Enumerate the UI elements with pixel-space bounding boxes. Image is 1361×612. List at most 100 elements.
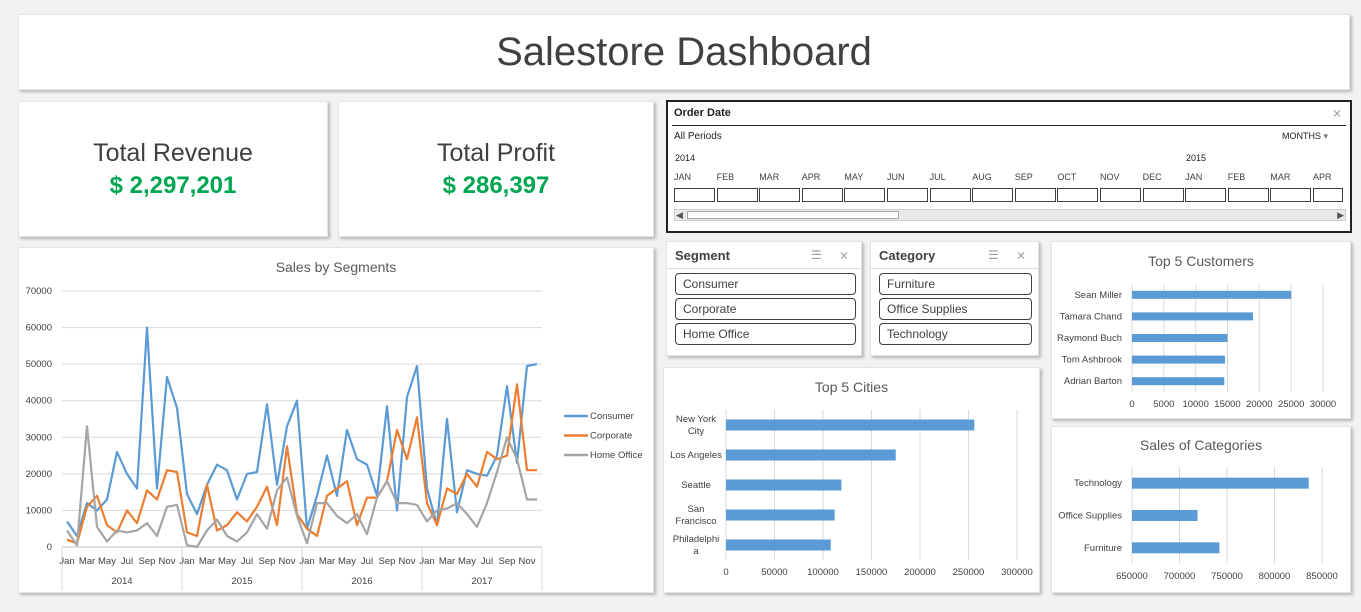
timeline-month-cell[interactable] [887,188,928,202]
clear-filter-icon[interactable]: ⨯ [1332,106,1342,120]
x-tick-label: 850000 [1306,571,1338,582]
timeline-month-cell[interactable] [1014,188,1056,202]
bar [726,419,975,431]
x-tick-label: Nov [519,556,536,567]
clear-filter-icon[interactable]: ⨯ [1016,248,1026,262]
timeline-month-label: JAN [674,172,692,182]
x-tick-label: Jul [241,556,253,567]
x-tick-label: 750000 [1211,571,1243,582]
timeline-month-label: APR [801,172,821,182]
x-tick-label: Sep [139,556,156,567]
multi-select-icon[interactable]: ☰ [988,248,999,262]
x-tick-label: 100000 [807,567,839,578]
top-cities-chart: 0 50000 100000 150000 200000 250000 300000 New … [670,410,1033,578]
timeline-month-cell[interactable] [929,188,971,202]
bar [726,449,896,461]
scroll-thumb[interactable] [687,211,899,219]
x-tick-label: Nov [399,556,416,567]
x-tick-label: 15000 [1214,399,1240,410]
category-label: New York [676,414,716,425]
timeline-month-cell[interactable] [716,188,758,202]
profit-label: Total Profit [436,138,556,167]
timeline-month-cell[interactable] [844,188,886,202]
category-item-furniture[interactable]: Furniture [879,273,1032,295]
timeline-period-label: All Periods [674,131,722,142]
timeline-month-cell[interactable] [972,188,1014,202]
x-tick-label: May [458,556,476,567]
timeline-month-label: MAR [1270,172,1291,182]
timeline-unit-label: MONTHS [1281,131,1321,141]
category-label: Technology [1074,478,1122,489]
category-label: Tamara Chand [1060,311,1122,322]
dashboard-title: Salestore Dashboard [496,29,872,74]
timeline-scrollbar[interactable]: ◀ ▶ [674,209,1346,221]
timeline-month-label: JUN [887,172,905,182]
category-item-office-supplies[interactable]: Office Supplies [879,298,1032,320]
sales-by-segments-chart: 010000200003000040000500006000070000Jan M… [26,286,643,590]
segment-item-consumer[interactable]: Consumer [675,273,856,295]
x-tick-label: 25000 [1278,399,1304,410]
timeline-month-cell[interactable] [1142,188,1184,202]
scroll-right-icon[interactable]: ▶ [1337,210,1344,221]
x-tick-label: May [98,556,116,567]
category-label: Philadelphi [673,534,719,545]
timeline-month-cell[interactable] [801,188,843,202]
x-tick-label: 10000 [1182,399,1208,410]
bar [1132,542,1220,554]
category-label: Adrian Barton [1064,376,1122,387]
sales-by-segments-card: Sales by Segments 0 10000 20000 30000 40000 5… [18,247,654,593]
revenue-label: Total Revenue [93,138,253,167]
timeline-month-label: DEC [1142,172,1162,182]
x-tick-label: 30000 [1310,399,1336,410]
x-tick-label: 700000 [1164,571,1196,582]
category-label: Seattle [681,480,711,491]
timeline-month-cell[interactable] [759,188,801,202]
timeline-month-label: SEP [1014,172,1033,182]
top-customers-chart: 0 5000 10000 15000 20000 25000 30000 Sean Mille… [1057,284,1336,410]
category-label: Furniture [1084,543,1122,554]
segment-item-home-office[interactable]: Home Office [675,323,856,345]
bar [1132,377,1225,386]
x-tick-label: 0 [723,567,728,578]
timeline-month-cell[interactable] [674,188,715,202]
segment-item-corporate[interactable]: Corporate [675,298,856,320]
y-tick-label: 60000 [26,323,52,334]
x-tick-label: Sep [259,556,276,567]
x-tick-label: Nov [159,556,176,567]
category-label: Tom Ashbrook [1062,355,1122,366]
slicer-divider [667,268,861,269]
timeline-year-2014: 2014 [675,153,696,163]
timeline-month-cell[interactable] [1100,188,1141,202]
x-tick-label: 300000 [1001,567,1033,578]
profit-value: $ 286,397 [442,171,550,199]
x-tick-label: Mar [439,556,455,567]
timeline-month-cell[interactable] [1313,188,1343,202]
y-tick-label: 20000 [26,469,52,480]
timeline-month-label: JAN [1185,172,1203,182]
timeline-divider [672,125,1346,126]
x-tick-label: 20000 [1246,399,1272,410]
timeline-month-cell[interactable] [1227,188,1269,202]
timeline-unit-select[interactable]: MONTHS ▾ [1282,131,1328,142]
scroll-left-icon[interactable]: ◀ [676,210,683,221]
timeline-month-cell[interactable] [1270,188,1312,202]
timeline-month-label: MAY [844,172,864,182]
revenue-card: Total Revenue $ 2,297,201 [18,101,328,237]
x-tick-label: 650000 [1116,571,1148,582]
x-tick-label: 250000 [953,567,985,578]
multi-select-icon[interactable]: ☰ [811,248,822,262]
x-tick-label: Mar [79,556,95,567]
segment-slicer: Segment ☰ ⨯ Consumer Corporate Home Offi… [666,241,862,356]
timeline-month-label: NOV [1100,172,1120,182]
timeline-month-cell[interactable] [1057,188,1099,202]
y-tick-label: 40000 [26,396,52,407]
order-date-timeline[interactable]: Order Date ⨯ All Periods MONTHS ▾ 2014 2… [666,100,1352,233]
sales-of-categories-card: Sales of Categories 650000 700000 750000 80… [1051,426,1351,593]
revenue-value: $ 2,297,201 [109,171,237,199]
category-label: City [688,426,705,437]
x-tick-label: Sep [499,556,516,567]
y-tick-label: 0 [47,542,52,553]
clear-filter-icon[interactable]: ⨯ [839,248,849,262]
timeline-month-cell[interactable] [1185,188,1227,202]
category-item-technology[interactable]: Technology [879,323,1032,345]
